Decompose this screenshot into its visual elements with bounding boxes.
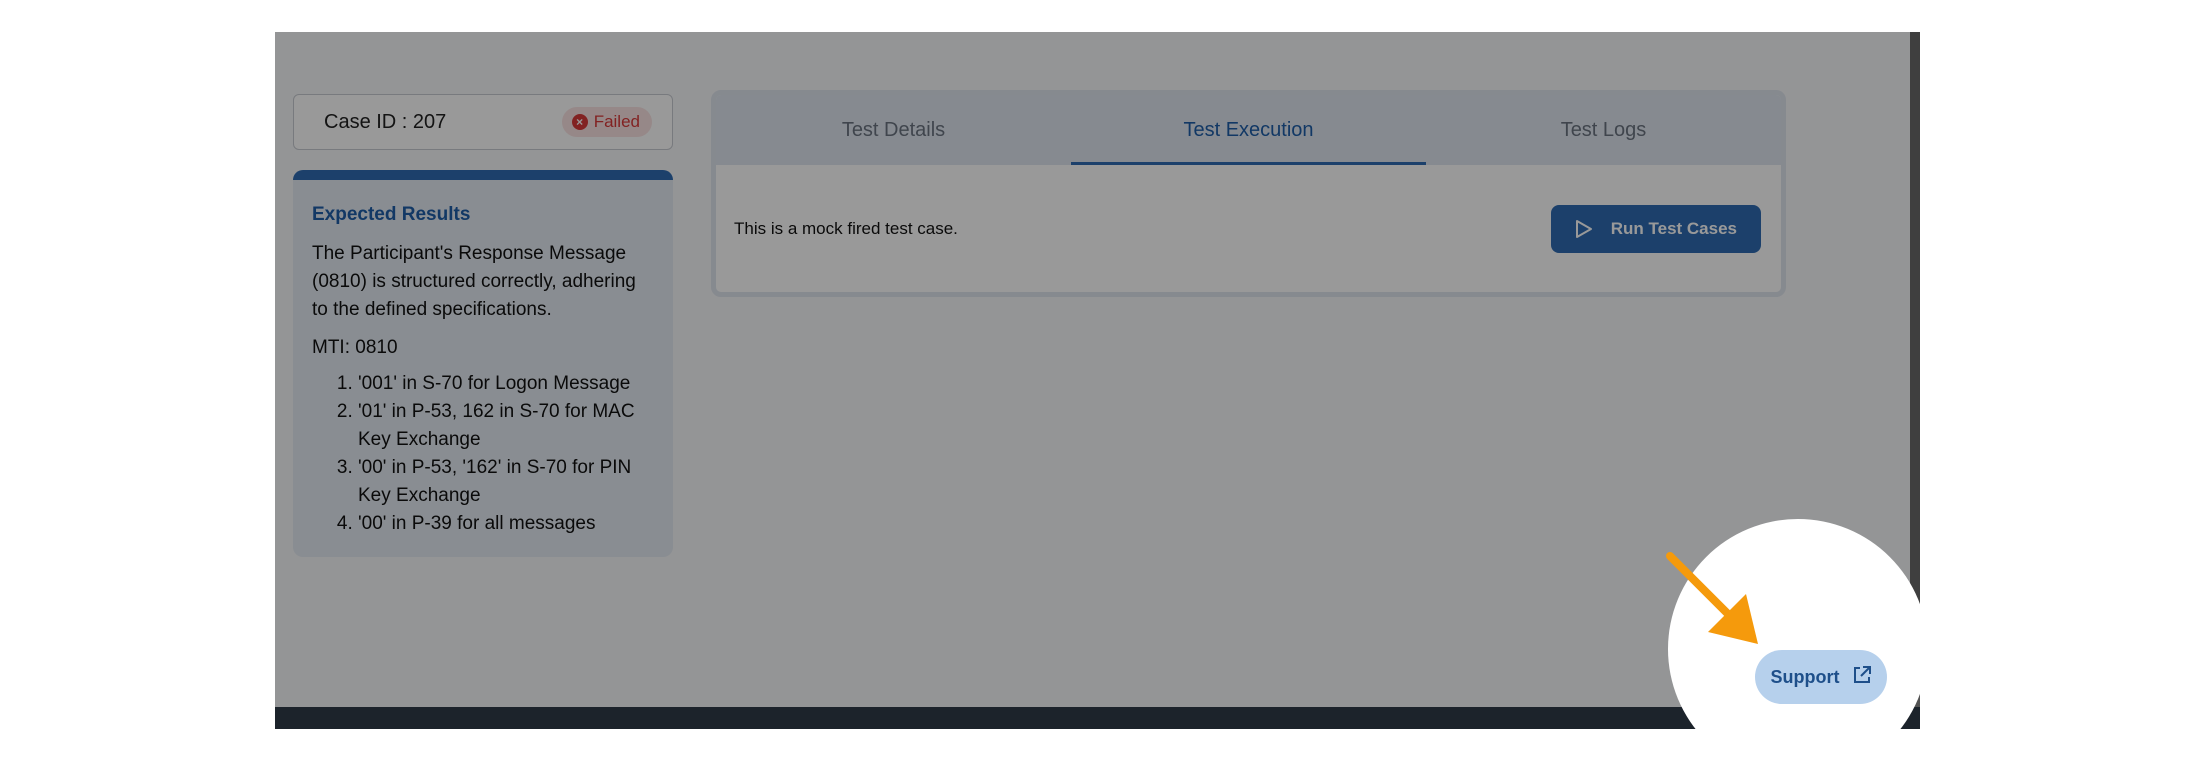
expected-results-list: '001' in S-70 for Logon Message '01' in … [312,370,654,538]
list-item: '001' in S-70 for Logon Message [358,370,654,398]
status-badge: × Failed [561,107,652,137]
support-button[interactable]: Support [1755,650,1887,704]
list-item: '00' in P-53, '162' in S-70 for PIN Key … [358,454,654,510]
case-id: Case ID : 207 [324,110,447,133]
failed-x-icon: × [571,114,588,130]
scrollbar-thumb[interactable] [1910,32,1920,612]
list-item: '01' in P-53, 162 in S-70 for MAC Key Ex… [358,398,654,454]
execution-message: This is a mock fired test case. [734,218,958,238]
expected-results-title: Expected Results [312,204,471,225]
pointer-arrow-icon [1666,552,1758,644]
run-test-cases-button[interactable]: Run Test Cases [1550,204,1761,253]
expected-results-card: Expected Results The Participant's Respo… [293,170,673,557]
expected-results-description: The Participant's Response Message (0810… [312,243,636,320]
footer-bar [275,707,1920,729]
status-label: Failed [593,112,640,131]
tab-test-execution[interactable]: Test Execution [1071,95,1426,165]
test-panel: Test Details Test Execution Test Logs Th… [711,90,1786,297]
card-top-bar [293,170,673,180]
play-icon [1575,219,1593,239]
support-label: Support [1770,666,1840,687]
external-link-icon [1852,665,1872,690]
tab-test-logs[interactable]: Test Logs [1426,95,1781,165]
case-id-box: Case ID : 207 × Failed [293,94,673,150]
list-item: '00' in P-39 for all messages [358,510,654,538]
mti-value: MTI: 0810 [312,337,398,358]
run-test-cases-label: Run Test Cases [1610,218,1737,238]
execution-body: This is a mock fired test case. Run Test… [716,165,1781,292]
tab-test-details[interactable]: Test Details [716,95,1071,165]
tab-bar: Test Details Test Execution Test Logs [716,95,1781,165]
